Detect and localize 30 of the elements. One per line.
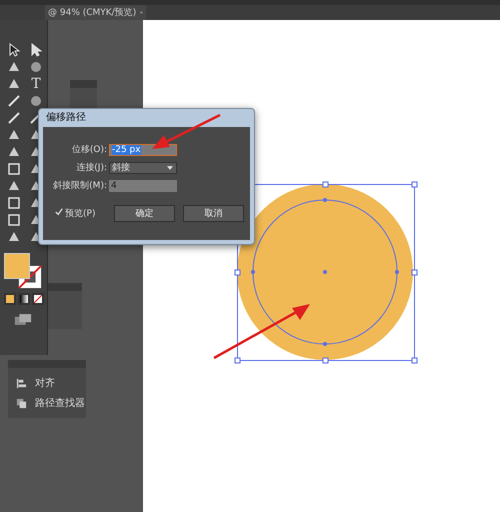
preview-checkbox[interactable]: 预览(P)	[55, 207, 106, 220]
gradient-button[interactable]	[18, 293, 30, 305]
tool-icon[interactable]	[6, 93, 22, 109]
input-field[interactable]: -25 px	[109, 144, 177, 156]
screen-mode-icon[interactable]	[14, 313, 32, 326]
none-button[interactable]	[32, 293, 44, 305]
type-tool[interactable]: T	[28, 76, 44, 92]
dialog-button[interactable]: 确定	[114, 205, 176, 222]
join-dropdown[interactable]: 斜接	[109, 162, 177, 174]
tool-icon[interactable]	[28, 93, 44, 109]
tool-icon[interactable]	[6, 161, 22, 177]
check-icon	[55, 208, 63, 216]
color-button[interactable]	[4, 293, 16, 305]
pathfinder-icon	[16, 398, 27, 408]
tool-icon[interactable]	[6, 110, 22, 126]
field-label: 位移(O):	[70, 144, 107, 156]
field-label: 连接(J):	[75, 162, 107, 174]
tool-icon[interactable]	[28, 59, 44, 75]
document-tab[interactable]: @ 94% (CMYK/预览)	[45, 5, 146, 20]
dialog-button[interactable]: 取消	[183, 205, 244, 222]
panel-item[interactable]: 路径查找器	[16, 396, 86, 410]
input-field[interactable]: 4	[109, 180, 177, 192]
fill-swatch[interactable]	[4, 253, 30, 279]
tool-icon[interactable]	[6, 212, 22, 228]
field-label: 斜接限制(M):	[52, 180, 107, 192]
panel-item[interactable]: 对齐	[16, 376, 86, 390]
tool-icon[interactable]	[6, 195, 22, 211]
dialog-title: 偏移路径	[45, 111, 87, 125]
caret-icon	[167, 166, 173, 170]
align-icon	[16, 378, 27, 388]
